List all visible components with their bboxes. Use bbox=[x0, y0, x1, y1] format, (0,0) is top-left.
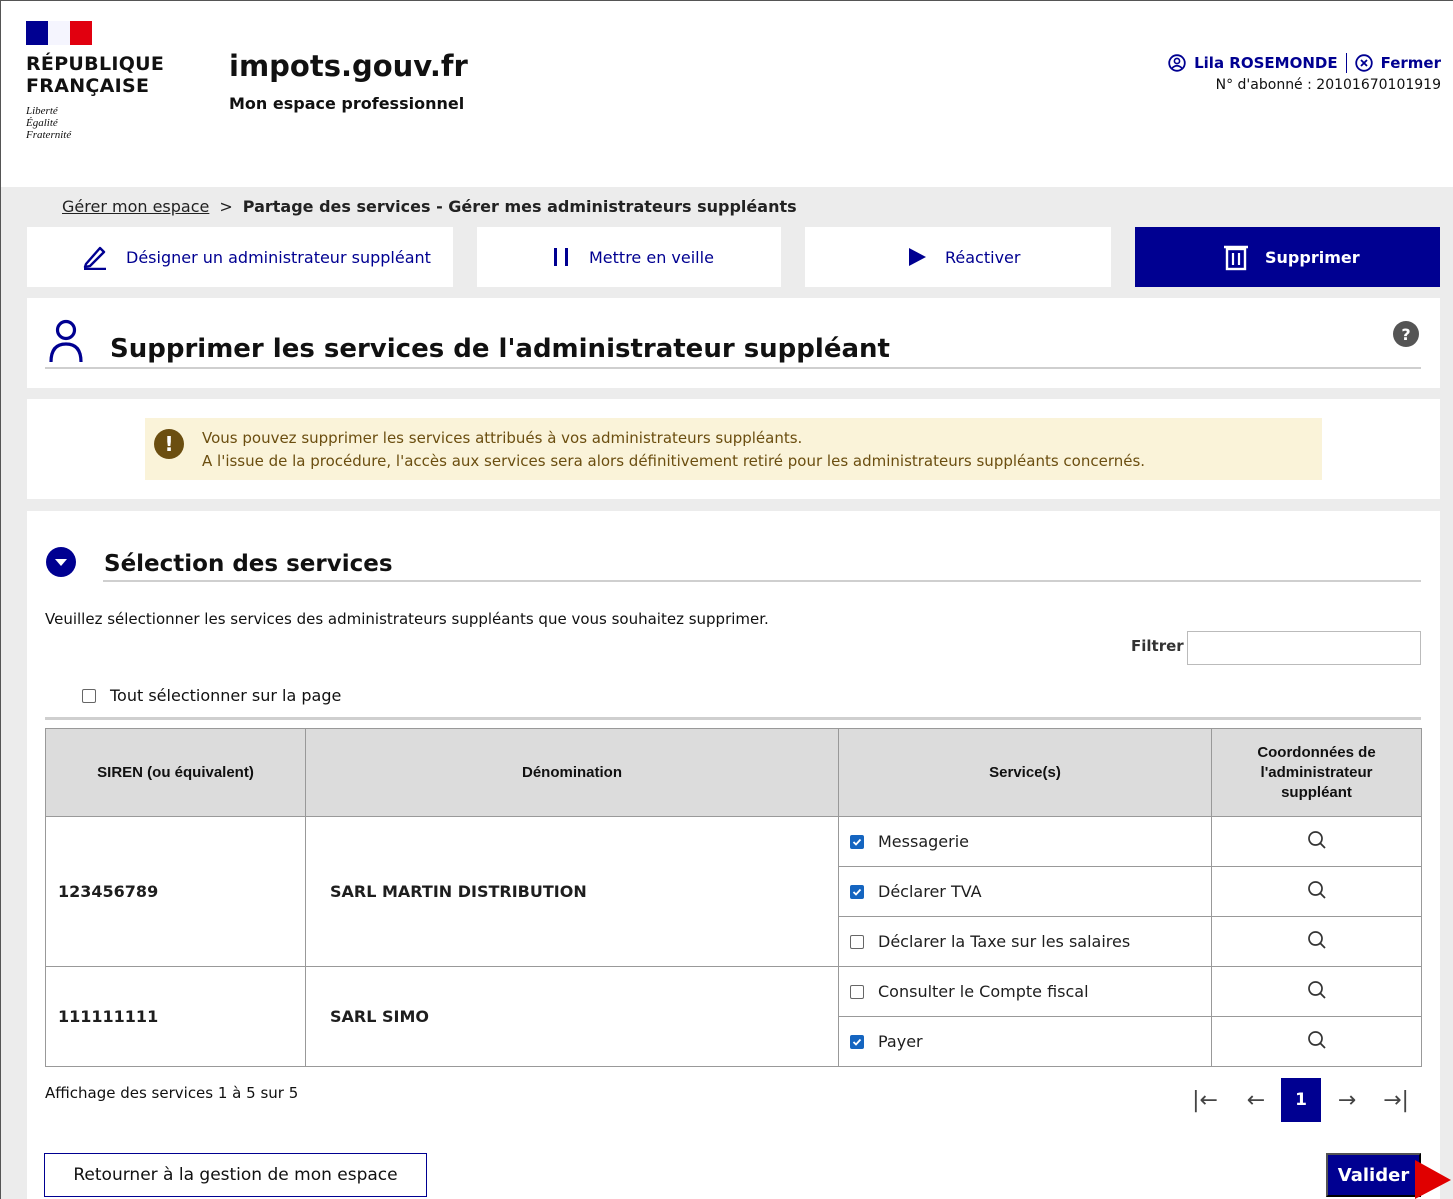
first-page-icon: |← bbox=[1192, 1087, 1218, 1113]
header-denomination[interactable]: Dénomination bbox=[305, 728, 839, 817]
pause-icon bbox=[551, 246, 571, 268]
service-cell: Déclarer la Taxe sur les salaires bbox=[838, 916, 1212, 967]
service-checkbox-taxe-salaires[interactable] bbox=[850, 934, 864, 949]
alert-line2: A l'issue de la procédure, l'accès aux s… bbox=[202, 452, 1146, 470]
service-checkbox-declarer-tva[interactable] bbox=[850, 884, 864, 899]
tab-delete[interactable]: Supprimer bbox=[1135, 227, 1440, 287]
table-row: 111111111 SARL SIMO Consulter le Compte … bbox=[45, 966, 1422, 1067]
tab-label: Réactiver bbox=[945, 247, 1021, 267]
service-label: Déclarer la Taxe sur les salaires bbox=[878, 932, 1131, 951]
search-icon[interactable] bbox=[1307, 880, 1327, 904]
service-label: Consulter le Compte fiscal bbox=[878, 982, 1089, 1001]
chevron-down-icon[interactable] bbox=[46, 547, 76, 577]
pagination-summary: Affichage des services 1 à 5 sur 5 bbox=[45, 1084, 299, 1102]
validate-button[interactable]: Valider bbox=[1326, 1153, 1421, 1197]
current-page-button[interactable]: 1 bbox=[1281, 1078, 1321, 1122]
section-divider bbox=[103, 580, 1421, 582]
filter-label: Filtrer bbox=[1131, 637, 1184, 655]
tab-standby[interactable]: Mettre en veille bbox=[477, 227, 781, 287]
arrow-right-icon: → bbox=[1337, 1087, 1357, 1113]
republic-line1: RÉPUBLIQUE bbox=[26, 53, 165, 75]
search-icon[interactable] bbox=[1307, 830, 1327, 854]
mouse-cursor-icon bbox=[1415, 1160, 1453, 1199]
service-checkbox-messagerie[interactable] bbox=[850, 834, 864, 849]
select-all[interactable]: Tout sélectionner sur la page bbox=[82, 686, 341, 705]
site-subtitle: Mon espace professionnel bbox=[229, 94, 465, 113]
last-page-icon: →| bbox=[1383, 1087, 1409, 1113]
tab-label: Mettre en veille bbox=[589, 247, 714, 267]
coordinates-cell bbox=[1211, 966, 1422, 1017]
user-icon bbox=[1168, 54, 1186, 72]
table-row: 123456789 SARL MARTIN DISTRIBUTION Messa… bbox=[45, 816, 1422, 967]
user-name[interactable]: Lila ROSEMONDE bbox=[1194, 54, 1337, 72]
service-label: Payer bbox=[878, 1032, 923, 1051]
help-icon[interactable]: ? bbox=[1393, 321, 1419, 347]
coordinates-cell bbox=[1211, 866, 1422, 917]
page-title: Supprimer les services de l'administrate… bbox=[110, 333, 890, 364]
coordinates-cell bbox=[1211, 816, 1422, 867]
exclamation-icon: ! bbox=[154, 429, 184, 459]
section-instruction: Veuillez sélectionner les services des a… bbox=[45, 610, 769, 628]
republic-line2: FRANÇAISE bbox=[26, 75, 150, 97]
breadcrumb-current: Partage des services - Gérer mes adminis… bbox=[242, 197, 797, 216]
search-icon[interactable] bbox=[1307, 980, 1327, 1004]
search-icon[interactable] bbox=[1307, 930, 1327, 954]
next-page-button[interactable]: → bbox=[1327, 1078, 1367, 1122]
service-cell: Déclarer TVA bbox=[838, 866, 1212, 917]
title-divider bbox=[45, 367, 1421, 369]
coordinates-cell bbox=[1211, 1016, 1422, 1067]
close-button[interactable]: Fermer bbox=[1381, 54, 1441, 72]
header-services[interactable]: Service(s) bbox=[838, 728, 1212, 817]
warning-alert: ! Vous pouvez supprimer les services att… bbox=[145, 418, 1322, 480]
search-icon[interactable] bbox=[1307, 1030, 1327, 1054]
breadcrumb-link-manage-space[interactable]: Gérer mon espace bbox=[62, 197, 209, 216]
pencil-icon bbox=[82, 244, 108, 270]
breadcrumb: Gérer mon espace > Partage des services … bbox=[62, 197, 797, 216]
site-brand[interactable]: impots.gouv.fr bbox=[229, 49, 468, 83]
person-icon bbox=[46, 318, 86, 369]
arrow-left-icon: ← bbox=[1246, 1087, 1266, 1113]
back-to-space-button[interactable]: Retourner à la gestion de mon espace bbox=[44, 1153, 427, 1197]
table-divider bbox=[45, 717, 1421, 720]
site-header: RÉPUBLIQUE FRANÇAISE Liberté Égalité Fra… bbox=[1, 1, 1453, 187]
republic-motto: Liberté Égalité Fraternité bbox=[26, 105, 72, 141]
tab-designate[interactable]: Désigner un administrateur suppléant bbox=[27, 227, 453, 287]
tab-label: Désigner un administrateur suppléant bbox=[126, 247, 431, 267]
tab-label: Supprimer bbox=[1265, 247, 1360, 267]
service-checkbox-compte-fiscal[interactable] bbox=[850, 984, 864, 999]
siren-cell: 111111111 bbox=[45, 966, 306, 1067]
filter-input[interactable] bbox=[1187, 631, 1421, 665]
denomination-cell: SARL MARTIN DISTRIBUTION bbox=[305, 816, 839, 967]
breadcrumb-separator: > bbox=[219, 197, 233, 216]
subscriber-number: N° d'abonné : 20101670101919 bbox=[1215, 77, 1441, 93]
user-bar: Lila ROSEMONDE Fermer bbox=[1168, 53, 1441, 73]
service-label: Messagerie bbox=[878, 832, 969, 851]
close-icon[interactable] bbox=[1354, 54, 1373, 72]
section-title: Sélection des services bbox=[104, 551, 393, 577]
siren-cell: 123456789 bbox=[45, 816, 306, 967]
services-table: SIREN (ou équivalent) Dénomination Servi… bbox=[45, 728, 1422, 1067]
service-cell: Messagerie bbox=[838, 816, 1212, 867]
prev-page-button[interactable]: ← bbox=[1236, 1078, 1276, 1122]
select-all-label: Tout sélectionner sur la page bbox=[110, 686, 342, 705]
coordinates-cell bbox=[1211, 916, 1422, 967]
header-siren[interactable]: SIREN (ou équivalent) bbox=[45, 728, 306, 817]
play-icon bbox=[907, 246, 927, 268]
select-all-checkbox[interactable] bbox=[82, 688, 96, 703]
denomination-cell: SARL SIMO bbox=[305, 966, 839, 1067]
service-cell: Payer bbox=[838, 1016, 1212, 1067]
last-page-button[interactable]: →| bbox=[1376, 1078, 1416, 1122]
service-label: Déclarer TVA bbox=[878, 882, 982, 901]
service-cell: Consulter le Compte fiscal bbox=[838, 966, 1212, 1017]
french-flag-logo bbox=[26, 21, 92, 45]
tab-reactivate[interactable]: Réactiver bbox=[805, 227, 1111, 287]
alert-line1: Vous pouvez supprimer les services attri… bbox=[202, 429, 803, 447]
header-coordinates: Coordonnées de l'administrateur suppléan… bbox=[1211, 728, 1422, 817]
page-heading: Supprimer les services de l'administrate… bbox=[46, 318, 890, 369]
service-checkbox-payer[interactable] bbox=[850, 1034, 864, 1049]
trash-icon bbox=[1223, 243, 1249, 271]
first-page-button[interactable]: |← bbox=[1185, 1078, 1225, 1122]
table-header-row: SIREN (ou équivalent) Dénomination Servi… bbox=[45, 728, 1422, 817]
